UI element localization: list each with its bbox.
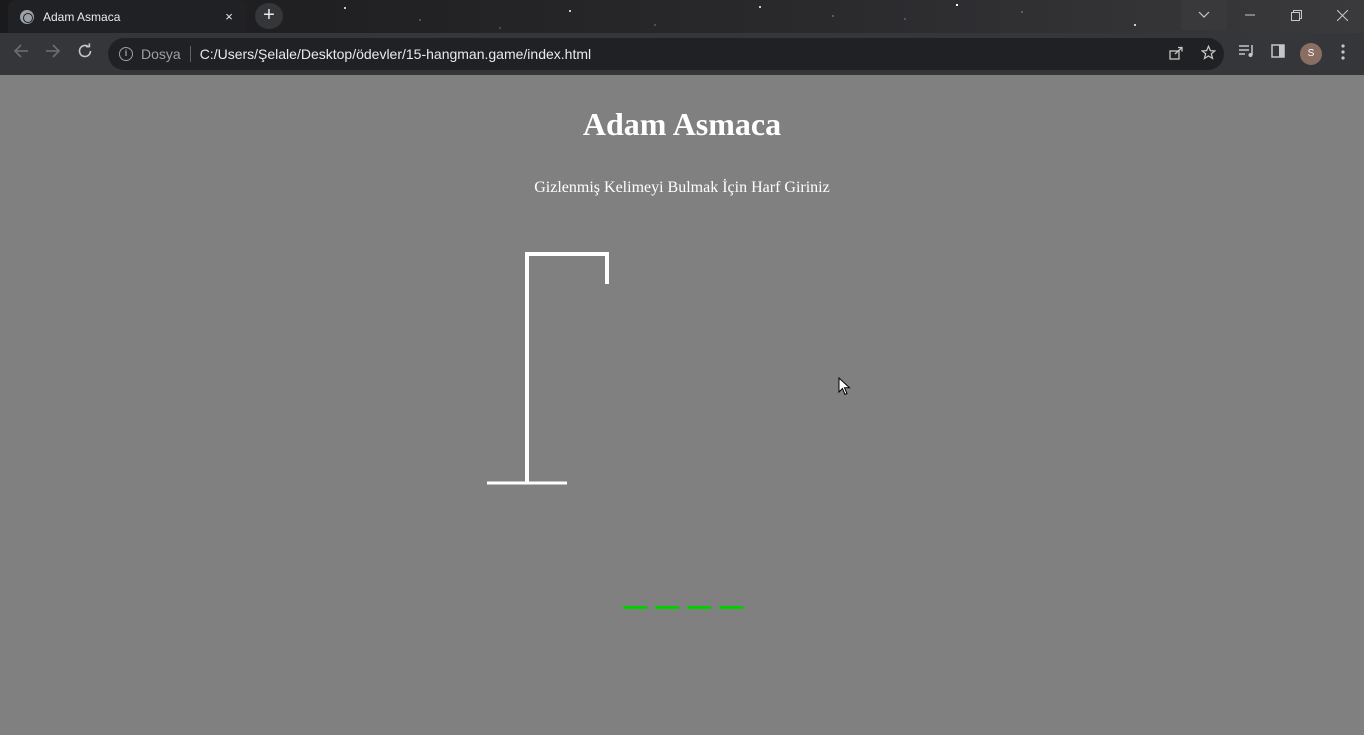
star-icon[interactable] [1192, 44, 1224, 63]
close-window-button[interactable] [1319, 0, 1364, 30]
letter-slot [655, 595, 679, 609]
address-divider [189, 46, 191, 62]
side-panel-icon[interactable] [1268, 44, 1288, 61]
hidden-word [623, 595, 743, 609]
address-url[interactable]: C:/Users/Şelale/Desktop/ödevler/15-hangm… [200, 46, 1160, 62]
reload-button[interactable] [74, 43, 96, 65]
forward-button[interactable] [42, 43, 64, 65]
browser-title-bar: Adam Asmaca × + [0, 0, 1364, 33]
browser-tab[interactable]: Adam Asmaca × [8, 0, 247, 33]
tab-close-button[interactable]: × [221, 9, 237, 24]
close-icon [1336, 9, 1348, 21]
address-bar[interactable]: i Dosya C:/Users/Şelale/Desktop/ödevler/… [108, 38, 1224, 70]
letter-slot [687, 595, 711, 609]
tab-search-button[interactable] [1181, 0, 1227, 30]
tab-title: Adam Asmaca [43, 9, 121, 24]
forward-arrow-icon [46, 44, 61, 58]
gallows-drawing [487, 252, 609, 485]
browser-toolbar: i Dosya C:/Users/Şelale/Desktop/ödevler/… [0, 33, 1364, 75]
restore-button[interactable] [1273, 0, 1319, 30]
restore-icon [1290, 9, 1302, 21]
letter-slot [623, 595, 647, 609]
new-tab-button[interactable]: + [255, 3, 283, 29]
info-icon[interactable]: i [119, 47, 133, 61]
back-button[interactable] [10, 43, 32, 65]
share-icon[interactable] [1160, 46, 1192, 63]
letter-slot [719, 595, 743, 609]
page-content: Adam Asmaca Gizlenmiş Kelimeyi Bulmak İç… [0, 75, 1364, 735]
chevron-down-icon [1198, 11, 1210, 18]
menu-icon[interactable] [1333, 44, 1353, 63]
instruction-text: Gizlenmiş Kelimeyi Bulmak İçin Harf Giri… [534, 179, 830, 196]
mouse-cursor-icon [838, 377, 851, 396]
minimize-icon [1245, 14, 1255, 16]
back-arrow-icon [13, 44, 28, 58]
minimize-button[interactable] [1227, 0, 1273, 30]
reading-list-icon[interactable] [1237, 44, 1257, 61]
profile-avatar[interactable]: S [1300, 43, 1322, 65]
address-scheme-label: Dosya [141, 46, 181, 62]
globe-icon [20, 9, 34, 24]
reload-icon [78, 43, 92, 58]
page-title: Adam Asmaca [582, 106, 782, 142]
